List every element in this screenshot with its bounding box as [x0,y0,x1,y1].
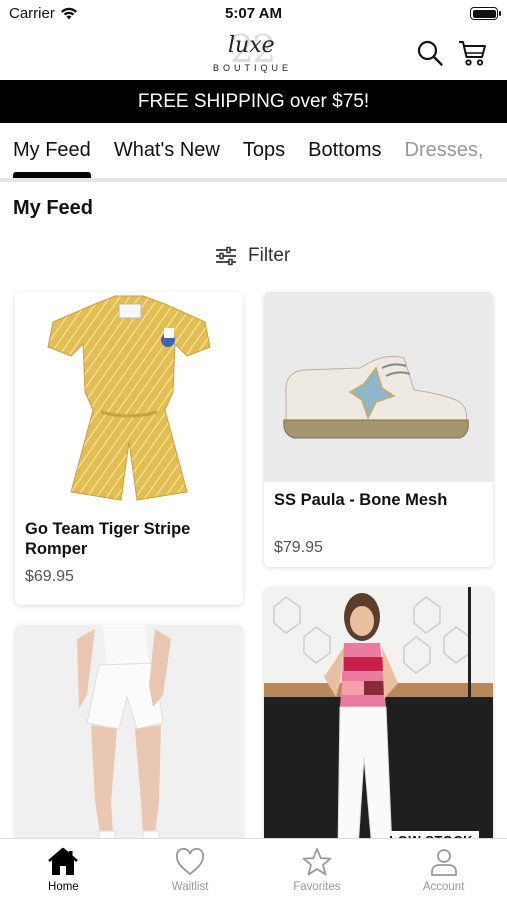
nav-favorites[interactable]: Favorites [254,839,381,900]
cart-button[interactable] [456,37,488,69]
tab-label: Dresses, [404,139,484,161]
product-name[interactable]: SS Paula - Bone Mesh [274,490,483,510]
filter-label: Filter [248,245,291,266]
bottom-nav: Home Waitlist Favorites Account [0,838,507,900]
product-card[interactable]: LOW STOCK [264,587,493,857]
product-image[interactable] [264,292,493,482]
nav-waitlist-label: Waitlist [171,881,209,893]
status-time: 5:07 AM [225,5,282,22]
shorts-illustration [77,625,171,855]
tab-divider [0,178,507,182]
product-price: $79.95 [274,539,323,556]
product-image[interactable] [264,587,493,857]
tab-label: My Feed [13,139,91,161]
tab-dresses[interactable]: Dresses, [405,123,484,178]
product-image[interactable] [15,292,243,507]
nav-home[interactable]: Home [0,839,127,900]
tab-whats-new[interactable]: What's New [114,123,220,178]
feed-title: My Feed [13,197,94,219]
romper-illustration [47,295,211,501]
tab-label: What's New [113,139,220,161]
star-icon [302,848,332,876]
product-card[interactable]: Go Team Tiger Stripe Romper $69.95 [15,292,243,605]
tab-label: Tops [242,139,286,161]
product-image[interactable] [15,625,243,855]
home-icon [48,847,79,875]
person-icon [430,849,457,876]
status-bar: Carrier 5:07 AM [0,0,507,28]
search-button[interactable] [414,37,446,69]
filter-button[interactable]: Filter [214,245,290,267]
model-illustration [264,587,493,857]
product-card[interactable] [15,625,243,855]
promo-banner-text: FREE SHIPPING over $75! [137,90,370,112]
nav-waitlist[interactable]: Waitlist [127,839,254,900]
logo-script: luxe [228,33,275,58]
nav-favorites-label: Favorites [293,881,341,893]
nav-account[interactable]: Account [380,839,507,900]
product-price: $69.95 [25,568,74,585]
promo-banner[interactable]: FREE SHIPPING over $75! [0,80,507,123]
heart-icon [176,847,205,876]
product-card[interactable]: SS Paula - Bone Mesh $79.95 [264,292,493,567]
category-tabs: My Feed What's New Tops Bottoms Dresses, [0,123,507,178]
filter-icon [216,246,236,266]
cart-icon [459,41,486,66]
nav-home-label: Home [48,881,79,893]
search-icon [417,40,443,66]
tab-label: Bottoms [308,139,382,161]
tab-my-feed[interactable]: My Feed [13,123,91,178]
battery-icon [470,7,501,20]
brand-logo[interactable]: 22 luxe BOUTIQUE [210,27,302,75]
tab-tops[interactable]: Tops [243,123,285,178]
product-name[interactable]: Go Team Tiger Stripe Romper [25,519,233,559]
sneaker-illustration [283,355,469,439]
logo-subtitle: BOUTIQUE [213,63,293,73]
app-header: 22 luxe BOUTIQUE [0,27,507,79]
tab-bottoms[interactable]: Bottoms [308,123,381,178]
nav-account-label: Account [422,881,465,893]
